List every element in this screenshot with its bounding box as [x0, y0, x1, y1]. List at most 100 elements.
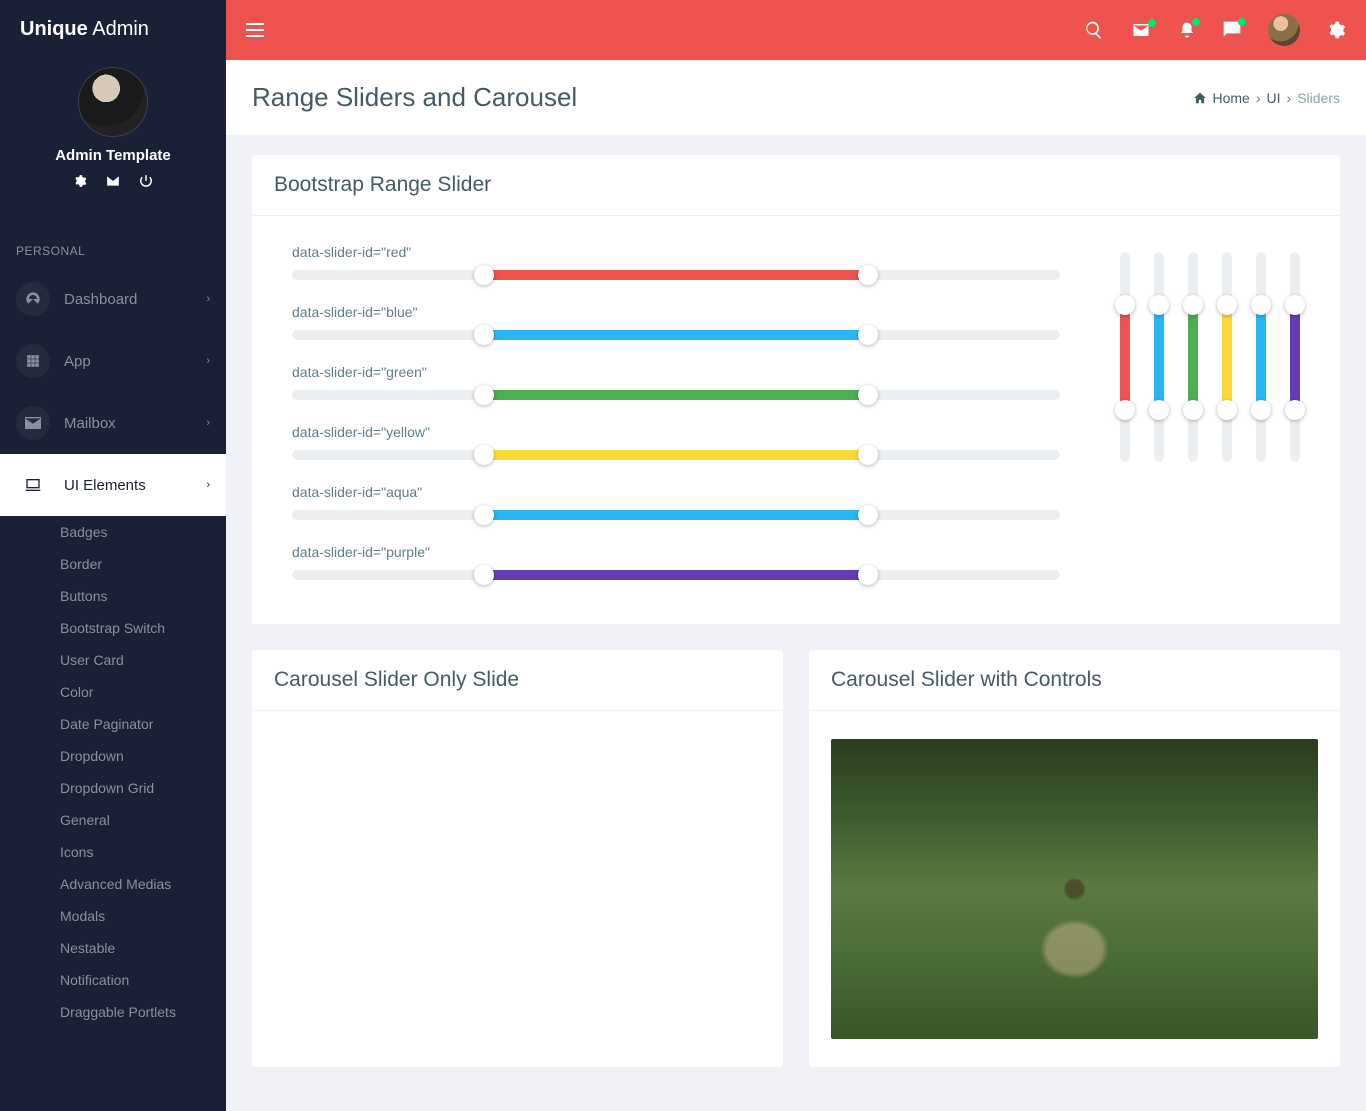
vertical-slider[interactable]: [1154, 252, 1164, 462]
sidebar-subitem-date-paginator[interactable]: Date Paginator: [0, 708, 226, 740]
horizontal-slider[interactable]: [292, 390, 1060, 400]
slider-handle-high[interactable]: [1251, 400, 1271, 420]
sidebar-subitem-advanced-medias[interactable]: Advanced Medias: [0, 868, 226, 900]
mail-icon[interactable]: [1130, 21, 1152, 39]
sidebar-subitem-nestable[interactable]: Nestable: [0, 932, 226, 964]
panel-header: Carousel Slider Only Slide: [252, 650, 783, 711]
horizontal-slider[interactable]: [292, 330, 1060, 340]
sidebar-subitem-buttons[interactable]: Buttons: [0, 580, 226, 612]
sidebar-subitem-general[interactable]: General: [0, 804, 226, 836]
brand-logo[interactable]: Unique Admin: [0, 0, 226, 59]
slider-handle-low[interactable]: [474, 325, 494, 345]
slider-handle-high[interactable]: [1115, 400, 1135, 420]
carousel-body: [252, 711, 783, 1067]
sidebar-subitem-color[interactable]: Color: [0, 676, 226, 708]
slider-handle-low[interactable]: [1251, 295, 1271, 315]
slider-handle-low[interactable]: [474, 265, 494, 285]
vertical-slider[interactable]: [1256, 252, 1266, 462]
slider-handle-low[interactable]: [1115, 295, 1135, 315]
panel-header: Bootstrap Range Slider: [252, 155, 1340, 216]
sidebar-item-app[interactable]: App›: [0, 330, 226, 392]
laptop-icon: [16, 468, 50, 502]
chat-icon[interactable]: [1222, 20, 1242, 40]
slider-fill: [1154, 305, 1164, 410]
topbar-right: [1084, 14, 1346, 46]
chevron-right-icon: ›: [206, 417, 210, 429]
carousel-image[interactable]: [831, 739, 1318, 1039]
sidebar-subitem-notification[interactable]: Notification: [0, 964, 226, 996]
content-scroll[interactable]: Range Sliders and Carousel Home › UI › S…: [226, 60, 1366, 1111]
user-gear-icon[interactable]: [73, 174, 87, 188]
vertical-slider[interactable]: [1290, 252, 1300, 462]
chevron-right-icon: ›: [206, 355, 210, 367]
slider-handle-low[interactable]: [474, 505, 494, 525]
carousel-slide-placeholder: [274, 739, 761, 1039]
slider-fill: [484, 330, 868, 340]
slider-handle-high[interactable]: [858, 445, 878, 465]
slider-handle-low[interactable]: [1285, 295, 1305, 315]
sidebar-subitem-dropdown[interactable]: Dropdown: [0, 740, 226, 772]
breadcrumb-sep: ›: [1256, 90, 1261, 106]
vertical-slider[interactable]: [1222, 252, 1232, 462]
breadcrumb-ui[interactable]: UI: [1267, 90, 1281, 106]
sidebar-subitem-modals[interactable]: Modals: [0, 900, 226, 932]
slider-group: data-slider-id="red": [292, 244, 1060, 280]
sidebar-item-ui-elements[interactable]: UI Elements›: [0, 454, 226, 516]
chevron-right-icon: ›: [206, 293, 210, 305]
slider-handle-high[interactable]: [858, 385, 878, 405]
slider-handle-low[interactable]: [1149, 295, 1169, 315]
slider-handle-low[interactable]: [474, 445, 494, 465]
panel-carousel-controls: Carousel Slider with Controls: [809, 650, 1340, 1067]
breadcrumb-home[interactable]: Home: [1213, 90, 1250, 106]
panel-body: data-slider-id="red"data-slider-id="blue…: [252, 216, 1340, 624]
slider-handle-high[interactable]: [1217, 400, 1237, 420]
slider-handle-high[interactable]: [1183, 400, 1203, 420]
user-avatar[interactable]: [78, 67, 148, 137]
slider-handle-high[interactable]: [858, 565, 878, 585]
slider-handle-low[interactable]: [1183, 295, 1203, 315]
search-icon[interactable]: [1084, 20, 1104, 40]
chevron-right-icon: ›: [206, 479, 210, 491]
panel-header: Carousel Slider with Controls: [809, 650, 1340, 711]
slider-handle-high[interactable]: [858, 265, 878, 285]
slider-handle-high[interactable]: [858, 325, 878, 345]
brand-light: Admin: [92, 18, 149, 40]
user-block: Admin Template: [0, 59, 226, 204]
sidebar-subitem-border[interactable]: Border: [0, 548, 226, 580]
hamburger-icon[interactable]: [246, 23, 264, 37]
slider-handle-high[interactable]: [1285, 400, 1305, 420]
vertical-slider[interactable]: [1120, 252, 1130, 462]
horizontal-slider[interactable]: [292, 270, 1060, 280]
sidebar-subitem-icons[interactable]: Icons: [0, 836, 226, 868]
gear-icon[interactable]: [1326, 20, 1346, 40]
sidebar-item-dashboard[interactable]: Dashboard›: [0, 268, 226, 330]
slider-label: data-slider-id="red": [292, 244, 1060, 260]
sidebar-subitem-badges[interactable]: Badges: [0, 516, 226, 548]
bell-icon[interactable]: [1178, 20, 1196, 40]
brand-bold: Unique: [20, 18, 88, 40]
topbar-avatar[interactable]: [1268, 14, 1300, 46]
user-mail-icon[interactable]: [105, 174, 121, 188]
sidebar-item-mailbox[interactable]: Mailbox›: [0, 392, 226, 454]
slider-handle-high[interactable]: [1149, 400, 1169, 420]
vertical-slider[interactable]: [1188, 252, 1198, 462]
sidebar-subitem-bootstrap-switch[interactable]: Bootstrap Switch: [0, 612, 226, 644]
slider-handle-high[interactable]: [858, 505, 878, 525]
mail-icon: [16, 406, 50, 440]
horizontal-slider[interactable]: [292, 510, 1060, 520]
horizontal-slider[interactable]: [292, 450, 1060, 460]
slider-fill: [1290, 305, 1300, 410]
page-title: Range Sliders and Carousel: [252, 82, 577, 113]
slider-handle-low[interactable]: [474, 565, 494, 585]
slider-handle-low[interactable]: [1217, 295, 1237, 315]
sidebar-subitem-user-card[interactable]: User Card: [0, 644, 226, 676]
slider-handle-low[interactable]: [474, 385, 494, 405]
sidebar-subitem-draggable-portlets[interactable]: Draggable Portlets: [0, 996, 226, 1028]
horizontal-slider[interactable]: [292, 570, 1060, 580]
sidebar-section-title: PERSONAL: [0, 204, 226, 268]
panel-title: Bootstrap Range Slider: [274, 173, 1318, 197]
sidebar-subitem-dropdown-grid[interactable]: Dropdown Grid: [0, 772, 226, 804]
sidebar: Unique Admin Admin Template PERSONAL Das…: [0, 0, 226, 1111]
content-header: Range Sliders and Carousel Home › UI › S…: [226, 60, 1366, 135]
user-power-icon[interactable]: [139, 174, 153, 188]
